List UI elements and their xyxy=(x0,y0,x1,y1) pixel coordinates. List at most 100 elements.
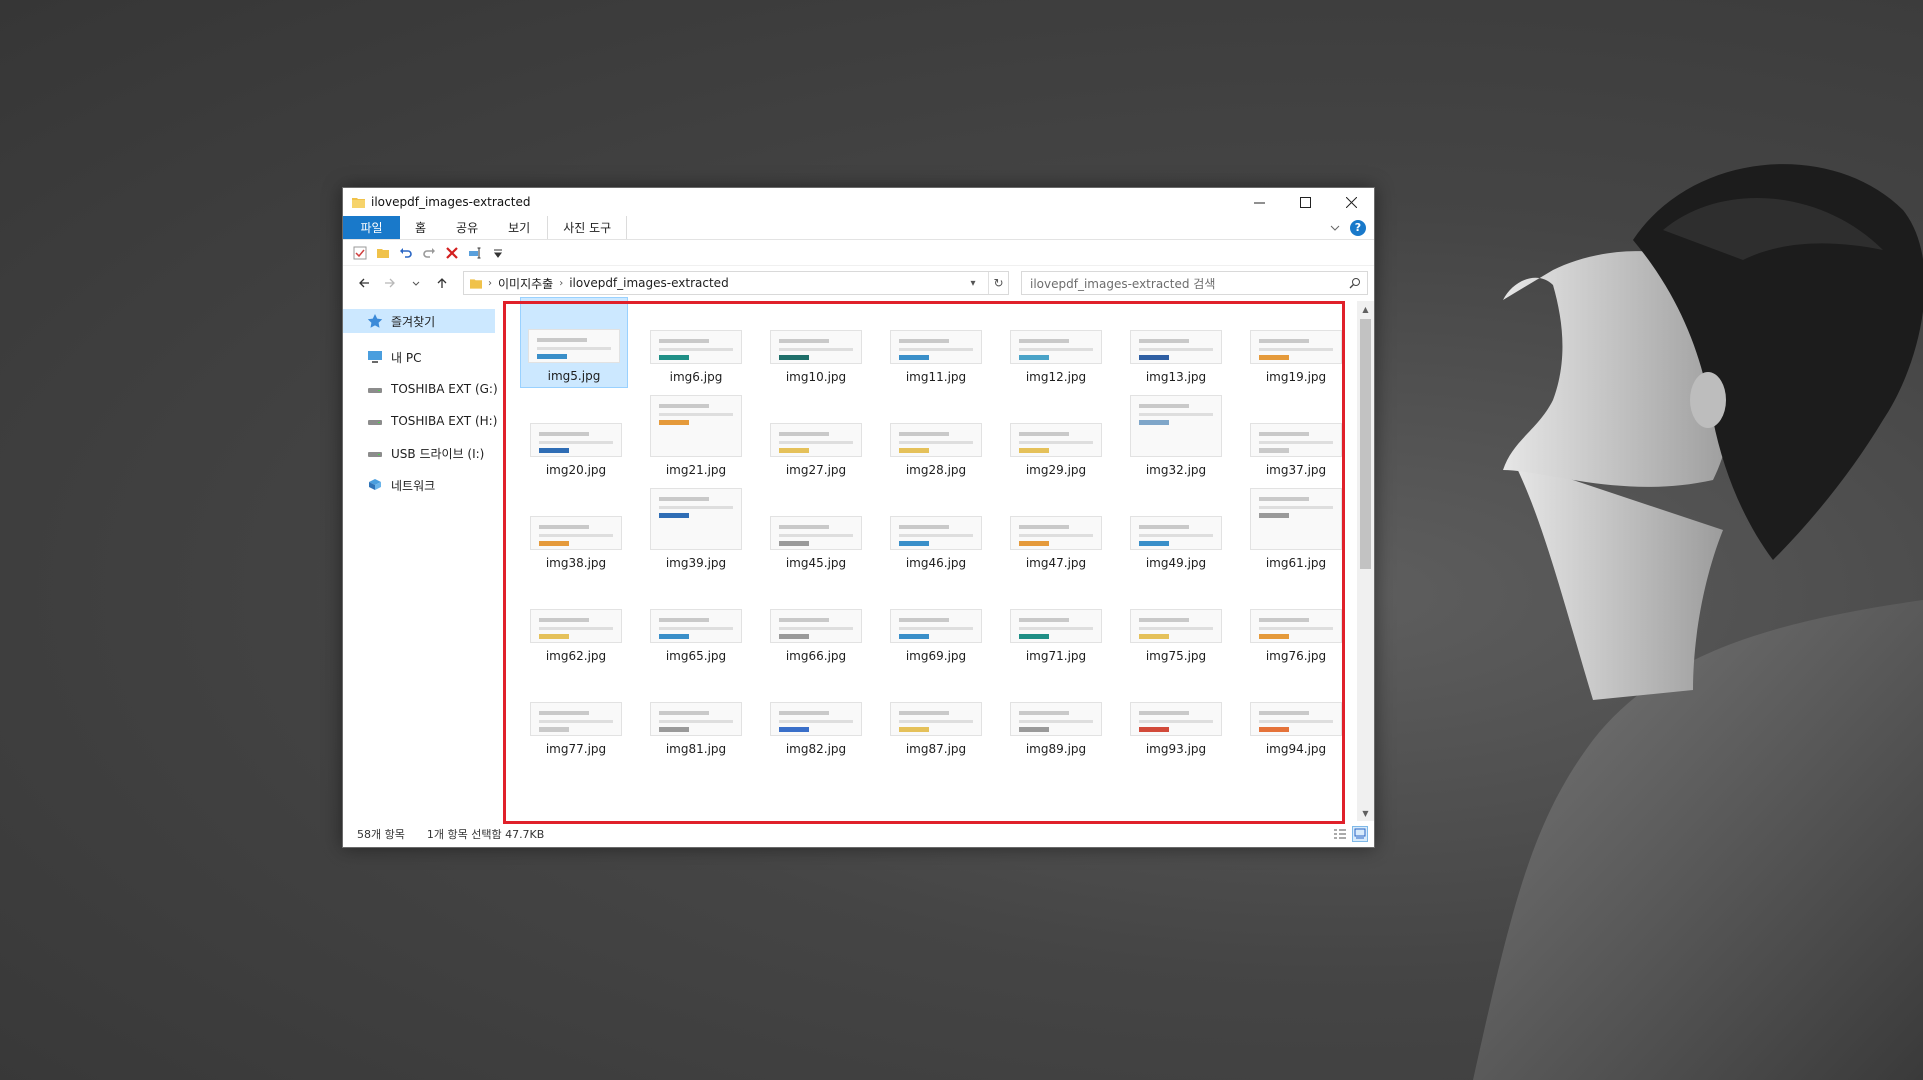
nav-item-drive-g[interactable]: TOSHIBA EXT (G:) xyxy=(343,373,503,405)
tab-picture-tools[interactable]: 사진 도구 xyxy=(547,216,628,239)
file-item[interactable]: img65.jpg xyxy=(636,574,756,667)
file-item[interactable]: img87.jpg xyxy=(876,667,996,760)
file-item[interactable]: img6.jpg xyxy=(636,295,756,388)
nav-item-favorites[interactable]: 즐겨찾기 xyxy=(343,309,495,333)
nav-item-network[interactable]: 네트워크 xyxy=(343,469,503,501)
maximize-button[interactable] xyxy=(1282,188,1328,216)
customize-toolbar-icon[interactable] xyxy=(490,245,506,261)
breadcrumb-separator-icon: › xyxy=(488,277,492,289)
file-item[interactable]: img62.jpg xyxy=(516,574,636,667)
file-name: img46.jpg xyxy=(905,556,967,570)
thumbnail-content xyxy=(1139,618,1189,622)
file-item[interactable]: img28.jpg xyxy=(876,388,996,481)
file-item[interactable]: img89.jpg xyxy=(996,667,1116,760)
search-icon xyxy=(1349,278,1360,289)
help-icon[interactable]: ? xyxy=(1350,219,1366,236)
thumbnail-content xyxy=(1259,720,1333,723)
file-name: img28.jpg xyxy=(905,463,967,477)
thumbnail-content xyxy=(539,634,569,639)
minimize-button[interactable] xyxy=(1236,188,1282,216)
tab-view[interactable]: 보기 xyxy=(493,216,545,239)
file-item[interactable]: img13.jpg xyxy=(1116,295,1236,388)
tab-share[interactable]: 공유 xyxy=(441,216,493,239)
up-button[interactable] xyxy=(431,272,453,294)
details-view-button[interactable] xyxy=(1332,826,1348,842)
file-explorer-window: ilovepdf_images-extracted 파일 홈 공유 보기 사진 … xyxy=(342,187,1375,848)
file-item[interactable]: img5.jpg xyxy=(520,297,628,388)
file-thumbnail xyxy=(890,330,982,364)
nav-item-usb-drive[interactable]: USB 드라이브 (I:) xyxy=(343,437,503,469)
file-item[interactable]: img49.jpg xyxy=(1116,481,1236,574)
thumbnail-content xyxy=(1019,441,1093,444)
scroll-up-icon[interactable]: ▲ xyxy=(1357,301,1374,317)
delete-icon[interactable] xyxy=(444,245,460,261)
file-item[interactable]: img46.jpg xyxy=(876,481,996,574)
redo-icon[interactable] xyxy=(421,245,437,261)
expand-ribbon-icon[interactable] xyxy=(1330,224,1340,232)
file-item[interactable]: img20.jpg xyxy=(516,388,636,481)
undo-icon[interactable] xyxy=(398,245,414,261)
thumbnail-content xyxy=(899,339,949,343)
forward-button[interactable] xyxy=(379,272,401,294)
address-dropdown-icon[interactable]: ▾ xyxy=(964,278,982,289)
properties-icon[interactable] xyxy=(352,245,368,261)
new-folder-icon[interactable] xyxy=(375,245,391,261)
recent-locations-button[interactable] xyxy=(405,272,427,294)
tab-home[interactable]: 홈 xyxy=(400,216,441,239)
thumbnail-content xyxy=(1259,441,1333,444)
file-item[interactable]: img81.jpg xyxy=(636,667,756,760)
file-item[interactable]: img75.jpg xyxy=(1116,574,1236,667)
file-item[interactable]: img61.jpg xyxy=(1236,481,1356,574)
file-item[interactable]: img93.jpg xyxy=(1116,667,1236,760)
folder-icon xyxy=(352,197,365,208)
file-item[interactable]: img10.jpg xyxy=(756,295,876,388)
file-item[interactable]: img37.jpg xyxy=(1236,388,1356,481)
file-item[interactable]: img76.jpg xyxy=(1236,574,1356,667)
scrollbar-thumb[interactable] xyxy=(1360,319,1371,569)
minimize-icon xyxy=(1253,202,1265,203)
thumbnail-content xyxy=(1259,432,1309,436)
back-arrow-icon xyxy=(359,278,369,288)
file-item[interactable]: img39.jpg xyxy=(636,481,756,574)
file-thumbnail xyxy=(1010,609,1102,643)
file-thumbnail xyxy=(1130,702,1222,736)
file-item[interactable]: img77.jpg xyxy=(516,667,636,760)
file-item[interactable]: img94.jpg xyxy=(1236,667,1356,760)
file-item[interactable]: img82.jpg xyxy=(756,667,876,760)
thumbnail-content xyxy=(659,513,689,518)
back-button[interactable] xyxy=(353,272,375,294)
thumbnail-content xyxy=(1259,339,1309,343)
file-item[interactable]: img47.jpg xyxy=(996,481,1116,574)
close-button[interactable] xyxy=(1328,188,1374,216)
tab-file[interactable]: 파일 xyxy=(343,216,400,239)
scroll-down-icon[interactable]: ▼ xyxy=(1357,805,1374,821)
thumbnail-content xyxy=(779,711,829,715)
details-view-icon xyxy=(1334,829,1346,839)
file-item[interactable]: img66.jpg xyxy=(756,574,876,667)
file-item[interactable]: img12.jpg xyxy=(996,295,1116,388)
file-item[interactable]: img29.jpg xyxy=(996,388,1116,481)
file-item[interactable]: img69.jpg xyxy=(876,574,996,667)
file-item[interactable]: img19.jpg xyxy=(1236,295,1356,388)
thumbnail-content xyxy=(1019,720,1093,723)
thumbnail-content xyxy=(899,441,973,444)
breadcrumb-segment[interactable]: ilovepdf_images-extracted xyxy=(569,276,728,290)
file-thumbnail xyxy=(1250,330,1342,364)
nav-item-drive-h[interactable]: TOSHIBA EXT (H:) xyxy=(343,405,503,437)
file-item[interactable]: img27.jpg xyxy=(756,388,876,481)
thumbnail-content xyxy=(1259,348,1333,351)
file-thumbnail xyxy=(1010,330,1102,364)
file-item[interactable]: img11.jpg xyxy=(876,295,996,388)
rename-icon[interactable] xyxy=(467,245,483,261)
nav-item-this-pc[interactable]: 내 PC xyxy=(343,341,503,373)
file-item[interactable]: img45.jpg xyxy=(756,481,876,574)
file-item[interactable]: img32.jpg xyxy=(1116,388,1236,481)
vertical-scrollbar[interactable]: ▲ ▼ xyxy=(1357,301,1374,821)
file-thumbnail xyxy=(530,609,622,643)
file-item[interactable]: img21.jpg xyxy=(636,388,756,481)
status-bar: 58개 항목 1개 항목 선택함 47.7KB xyxy=(343,821,1374,847)
file-item[interactable]: img38.jpg xyxy=(516,481,636,574)
file-item[interactable]: img71.jpg xyxy=(996,574,1116,667)
thumbnail-content xyxy=(1019,355,1049,360)
large-icons-view-button[interactable] xyxy=(1352,826,1368,842)
